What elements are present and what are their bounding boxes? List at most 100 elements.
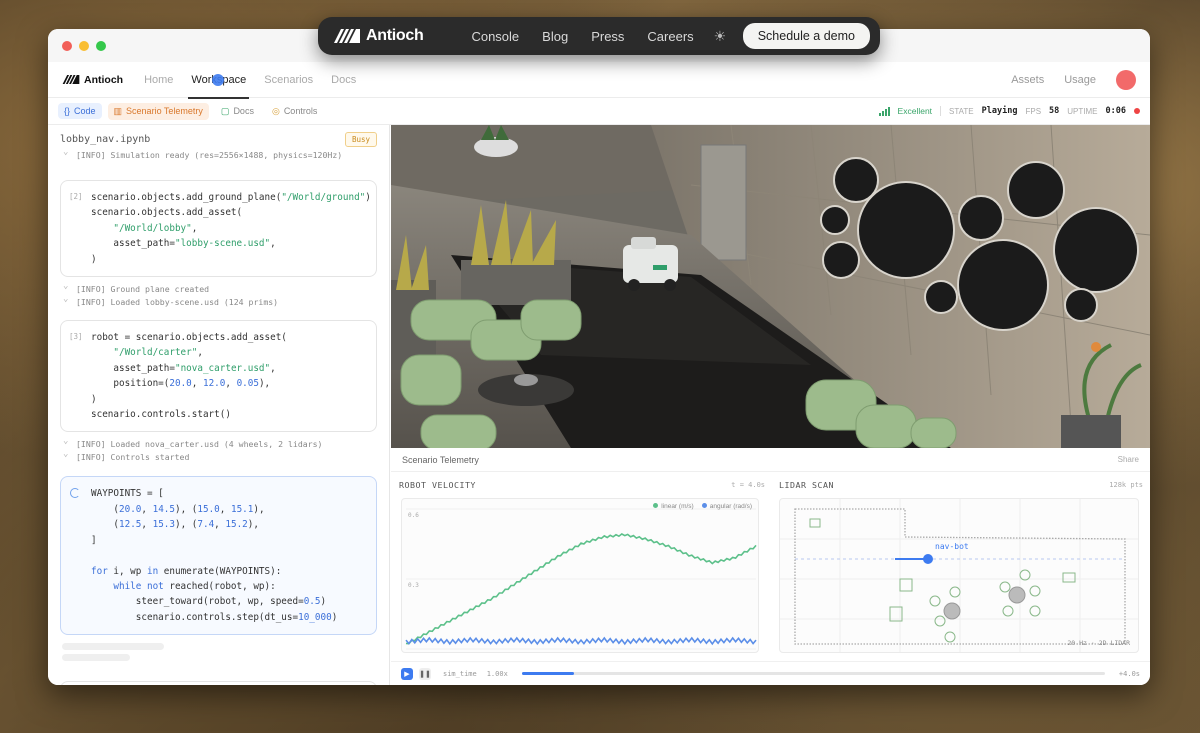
- simulation-viewport[interactable]: [391, 125, 1150, 448]
- output-placeholder: [62, 643, 164, 651]
- cell-number: [3]: [69, 332, 83, 342]
- tab-scenarios[interactable]: Scenarios: [255, 62, 322, 98]
- theme-toggle-sun-icon[interactable]: ☀: [714, 28, 727, 45]
- notebook-panel: lobby_nav.ipynb Busy [INFO] Simulation r…: [48, 125, 390, 685]
- lidar-title: LIDAR SCAN: [779, 480, 834, 490]
- lidar-frame: nav-bot 20 Hz · 2D LIDAR: [779, 498, 1139, 653]
- antioch-logo-icon: [334, 29, 360, 43]
- site-nav: Antioch Console Blog Press Careers ☀ Sch…: [318, 17, 880, 55]
- uptime-label: UPTIME: [1067, 106, 1098, 116]
- robot-label: nav-bot: [935, 542, 969, 551]
- robot-model: [623, 237, 678, 291]
- y-tick-label: 0.3: [408, 582, 419, 589]
- fps-value: 58: [1049, 106, 1060, 116]
- antioch-logo-icon: [62, 75, 80, 84]
- lidar-scan-map: nav-bot 20 Hz · 2D LIDAR: [780, 499, 1138, 652]
- code-cell-2[interactable]: [2] scenario.objects.add_ground_plane("/…: [60, 180, 377, 278]
- telemetry-panel: Scenario Telemetry Share ROBOT VELOCITY …: [391, 448, 1150, 685]
- telemetry-header: Scenario Telemetry Share: [391, 448, 1150, 472]
- nav-link-console[interactable]: Console: [471, 29, 519, 44]
- cell-output: [INFO] Controls started: [48, 448, 389, 464]
- live-indicator-icon: [1134, 108, 1140, 114]
- linear-velocity-line: [405, 533, 757, 645]
- output-placeholder: [62, 654, 130, 662]
- bar-chart-icon: ▥: [113, 105, 123, 116]
- app-nav: Antioch Home Workspace Scenarios Docs As…: [48, 62, 1150, 99]
- tab-docs[interactable]: Docs: [322, 62, 365, 98]
- view-telemetry-button[interactable]: ▥ Scenario Telemetry: [107, 102, 209, 120]
- controls-circle-icon: ◎: [271, 105, 280, 116]
- play-icon: ▶: [404, 670, 410, 678]
- code-cell-running[interactable]: WAYPOINTS = [ (20.0, 14.5), (15.0, 15.1)…: [60, 476, 377, 636]
- sim-speed[interactable]: 1.00x: [487, 670, 508, 678]
- app-window: Antioch Home Workspace Scenarios Docs As…: [48, 29, 1150, 685]
- status-divider: [940, 106, 942, 116]
- velocity-legend: linear (m/s) angular (rad/s): [653, 503, 752, 510]
- velocity-title: ROBOT VELOCITY: [399, 480, 476, 490]
- uptime-value: 0:06: [1105, 106, 1126, 116]
- view-docs-label: Docs: [233, 106, 254, 116]
- robot-position-marker: [923, 554, 933, 564]
- view-telemetry-label: Scenario Telemetry: [126, 106, 203, 116]
- lidar-points: 128k pts: [1109, 481, 1143, 489]
- cell-output: [INFO] Ground plane created: [48, 280, 389, 296]
- workspace-toolbar: {} Code ▥ Scenario Telemetry ▢ Docs ◎ Co…: [48, 98, 1150, 125]
- sim-time-label: sim_time: [443, 669, 477, 678]
- notebook-filename[interactable]: lobby_nav.ipynb: [60, 134, 150, 145]
- code-cell-next[interactable]: [60, 681, 377, 685]
- velocity-time: t = 4.0s: [731, 481, 765, 489]
- kernel-status-badge: Busy: [344, 131, 377, 147]
- lidar-footer: 20 Hz · 2D LIDAR: [1067, 639, 1130, 647]
- app-brand-name: Antioch: [84, 73, 124, 86]
- fps-label: FPS: [1025, 106, 1042, 116]
- share-button[interactable]: Share: [1118, 455, 1139, 464]
- view-controls-button[interactable]: ◎ Controls: [266, 103, 323, 120]
- nav-link-careers[interactable]: Careers: [647, 29, 693, 44]
- schedule-demo-button[interactable]: Schedule a demo: [742, 23, 870, 49]
- state-value: Playing: [981, 106, 1018, 116]
- window-close-button[interactable]: [62, 40, 72, 51]
- code-braces-icon: {}: [64, 106, 71, 116]
- site-brand-name: Antioch: [366, 27, 424, 44]
- cell-output: [INFO] Simulation ready (res=2556×1488, …: [48, 146, 389, 162]
- timeline-scrubber[interactable]: [521, 672, 1105, 675]
- cell-output: [INFO] Loaded nova_carter.usd (4 wheels,…: [48, 435, 389, 451]
- connection-quality: Excellent: [897, 106, 933, 116]
- play-button[interactable]: ▶: [401, 667, 413, 680]
- legend-angular: angular (rad/s): [701, 503, 752, 510]
- cell-number: [2]: [69, 192, 83, 201]
- tab-workspace[interactable]: Workspace: [182, 62, 255, 99]
- app-logo[interactable]: Antioch: [62, 74, 123, 86]
- nav-usage[interactable]: Usage: [1064, 74, 1096, 86]
- book-icon: ▢: [220, 105, 230, 116]
- legend-angular-label: angular (rad/s): [709, 503, 752, 510]
- legend-linear: linear (m/s): [653, 503, 694, 510]
- lidar-panel: LIDAR SCAN 128k pts nav-bot 20 Hz · 2D L…: [779, 478, 1143, 658]
- sim-status: Excellent STATE Playing FPS 58 UPTIME 0:…: [878, 106, 1140, 116]
- site-logo[interactable]: Antioch: [334, 27, 424, 45]
- view-code-button[interactable]: {} Code: [58, 103, 102, 119]
- user-avatar[interactable]: [1116, 69, 1136, 90]
- view-controls-label: Controls: [283, 106, 318, 116]
- pause-icon: ❚❚: [419, 670, 431, 678]
- nav-assets[interactable]: Assets: [1011, 74, 1044, 86]
- lobby-scene-render: [391, 125, 1150, 448]
- timeline-end: +4.0s: [1118, 669, 1140, 678]
- nav-link-blog[interactable]: Blog: [542, 29, 568, 44]
- velocity-chart-frame: linear (m/s) angular (rad/s) 0.6 0.3: [401, 498, 759, 653]
- window-maximize-button[interactable]: [96, 40, 106, 51]
- timeline-progress: [521, 672, 575, 675]
- legend-linear-label: linear (m/s): [661, 503, 694, 510]
- pause-button[interactable]: ❚❚: [419, 667, 431, 680]
- window-minimize-button[interactable]: [79, 40, 89, 51]
- tab-home[interactable]: Home: [135, 62, 182, 98]
- code-cell-3[interactable]: [3] robot = scenario.objects.add_asset( …: [60, 320, 377, 433]
- velocity-panel: ROBOT VELOCITY t = 4.0s linear (m/s) ang…: [399, 478, 765, 658]
- state-label: STATE: [949, 106, 974, 116]
- cell-output: [INFO] Loaded lobby-scene.usd (124 prims…: [48, 293, 389, 309]
- nav-link-press[interactable]: Press: [591, 29, 624, 44]
- view-code-label: Code: [74, 106, 96, 116]
- telemetry-title: Scenario Telemetry: [402, 454, 479, 465]
- y-tick-label: 0.6: [408, 512, 419, 519]
- view-docs-button[interactable]: ▢ Docs: [215, 103, 260, 120]
